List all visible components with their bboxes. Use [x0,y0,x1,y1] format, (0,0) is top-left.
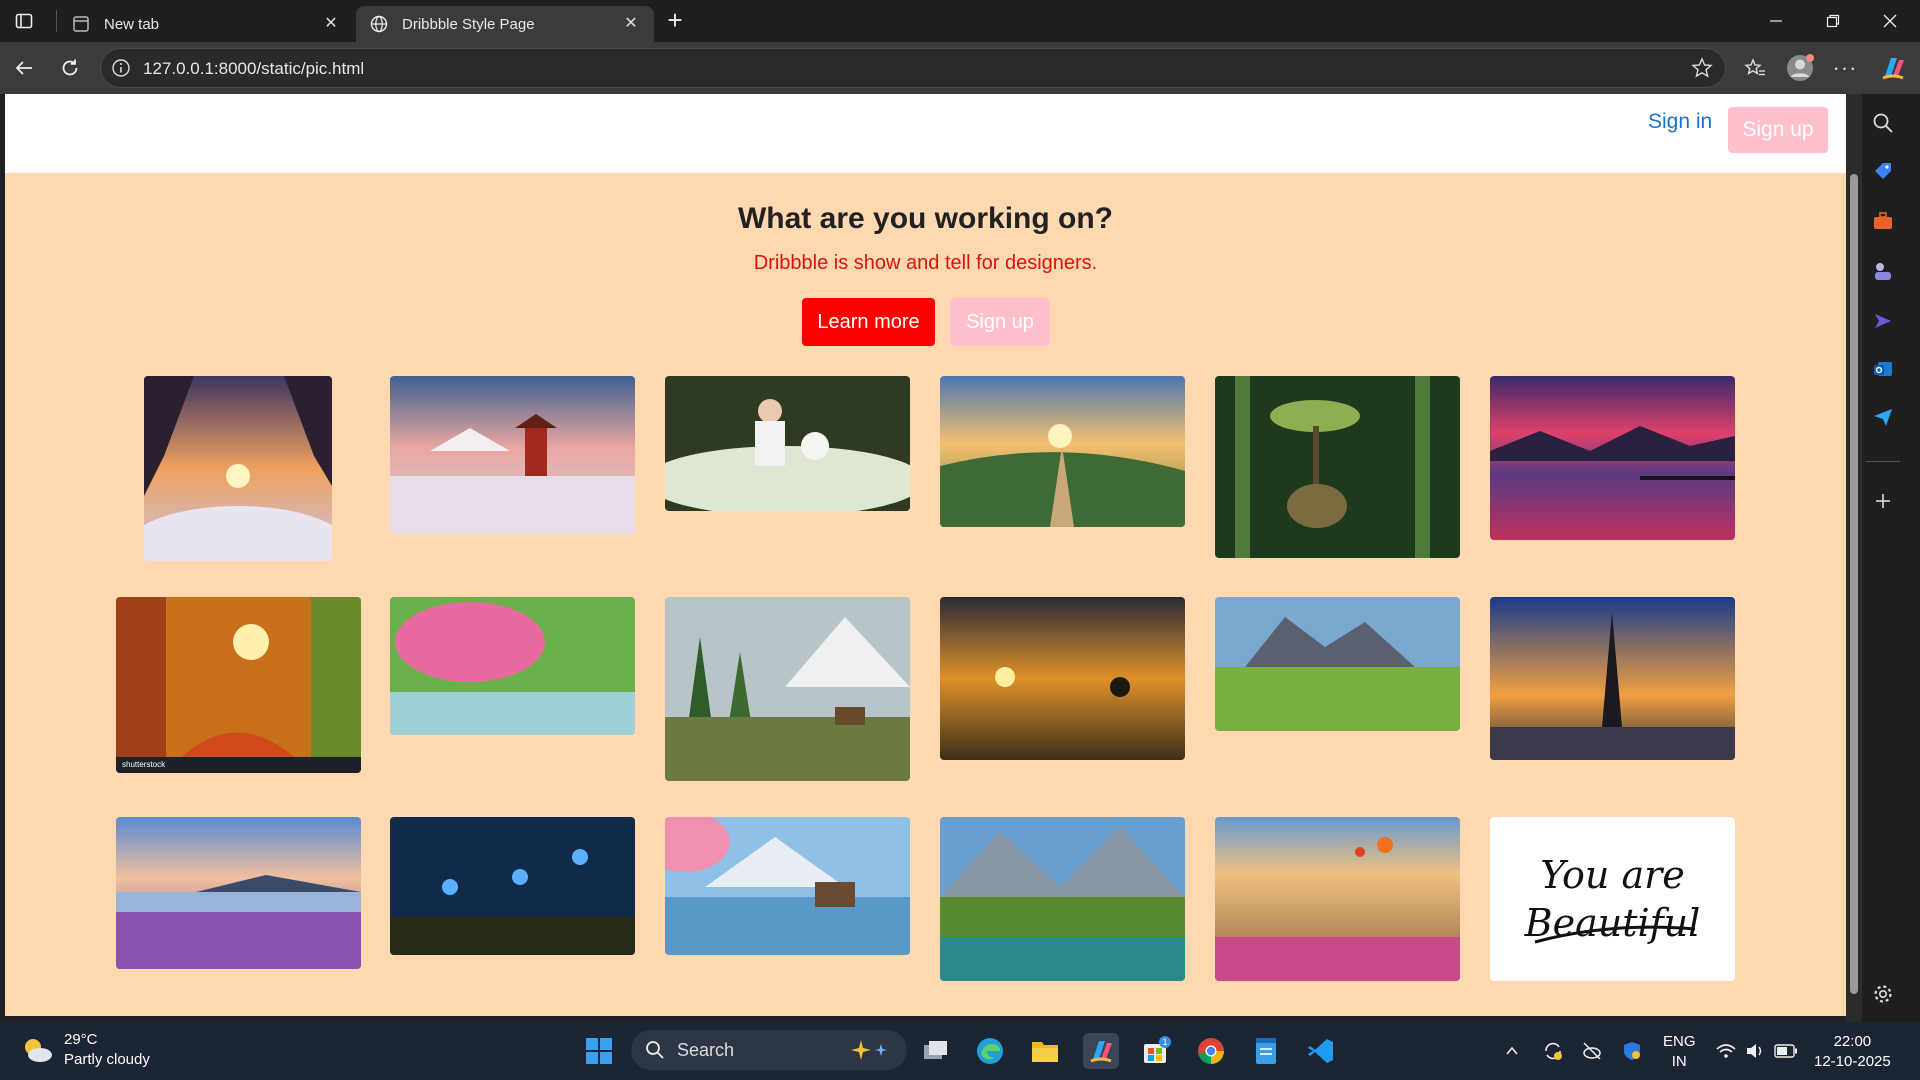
taskbar-search[interactable]: Search [631,1030,907,1070]
site-info-icon[interactable] [111,58,131,78]
photo-bonsai-water[interactable] [1215,376,1460,558]
weather-widget[interactable]: 29°C Partly cloudy [20,1030,150,1070]
microsoft-store-icon[interactable]: 1 [1138,1033,1174,1069]
shutterstock-watermark: shutterstock [122,760,166,769]
photo-cappadocia-balloons[interactable] [1215,817,1460,981]
clock-time: 22:00 [1833,1033,1872,1050]
vscode-icon[interactable] [1303,1033,1339,1069]
photo-girl-flowers[interactable] [665,376,910,511]
header-sign-up-button[interactable]: Sign up [1728,107,1828,153]
more-options-icon[interactable]: ··· [1830,53,1860,83]
back-arrow-icon[interactable] [8,52,40,84]
region-code: IN [1671,1053,1687,1070]
chevron-up-icon[interactable] [1494,1033,1530,1069]
add-icon[interactable] [1868,486,1898,516]
minimize-icon[interactable] [1758,8,1794,34]
new-tab-button[interactable]: + [662,7,688,34]
language-indicator[interactable]: ENG IN [1663,1032,1696,1072]
you-are-beautiful-card[interactable]: You are Beautiful [1490,817,1735,981]
copilot-taskbar-icon[interactable] [1083,1033,1119,1069]
weather-description: Partly cloudy [64,1051,150,1068]
tab-dribbble[interactable]: Dribbble Style Page ✕ [356,6,654,42]
hero-title: What are you working on? [737,202,1113,235]
photo-cherry-blossom-stream[interactable] [390,597,635,735]
file-explorer-icon[interactable] [1027,1033,1063,1069]
search-icon [646,1041,664,1059]
hero-subtitle: Dribbble is show and tell for designers. [753,252,1098,274]
windows-taskbar: 29°C Partly cloudy Search 1 ENG IN 22:00… [0,1022,1920,1080]
photo-dolomites-meadow[interactable] [1215,597,1460,731]
refresh-icon[interactable] [54,52,86,84]
copilot-icon[interactable] [1878,53,1908,83]
browser-toolbar: 127.0.0.1:8000/static/pic.html ··· [0,42,1920,94]
security-shield-icon[interactable] [1614,1033,1650,1069]
tab-new-tab[interactable]: New tab ✕ [58,6,354,42]
search-label: Search [677,1039,735,1060]
photo-sunset-field-tree[interactable] [940,597,1185,760]
photo-lupine-lake[interactable] [116,817,361,969]
favorite-star-icon[interactable] [1691,57,1713,79]
photo-blue-butterflies[interactable] [390,817,635,955]
photo-autumn-bridge[interactable]: shutterstock [116,597,361,773]
address-bar[interactable]: 127.0.0.1:8000/static/pic.html [100,48,1726,88]
globe-icon [370,15,388,33]
photo-alpine-lake-autumn[interactable] [940,817,1185,981]
close-window-icon[interactable] [1872,8,1908,34]
edge-browser-icon[interactable] [972,1033,1008,1069]
restore-icon[interactable] [1815,8,1851,34]
handwritten-message: You are Beautiful [1490,817,1735,981]
profile-avatar-icon[interactable] [1785,53,1815,83]
page-scrollbar-track[interactable] [1846,94,1862,1022]
sidebar-divider [1866,461,1900,462]
photo-pagoda-fuji[interactable] [390,376,635,534]
message-line-1: You are [1540,853,1685,897]
notepad-icon[interactable] [1248,1033,1284,1069]
clock[interactable]: 22:00 12-10-2025 [1814,1032,1891,1072]
underline-stroke [1534,925,1696,944]
shopping-tag-icon[interactable] [1868,156,1898,186]
language-code: ENG [1663,1033,1696,1050]
photo-winter-sunset[interactable] [144,376,332,561]
tab-separator [56,10,57,32]
chrome-icon[interactable] [1193,1033,1229,1069]
store-badge-count: 1 [1162,1037,1167,1047]
cloud-off-icon[interactable] [1574,1033,1610,1069]
clock-date: 12-10-2025 [1814,1053,1891,1070]
sync-icon[interactable] [1535,1033,1571,1069]
sparkle-icon [851,1040,887,1060]
send-icon[interactable] [1868,402,1898,432]
new-tab-favicon-icon [72,15,90,33]
photo-mountain-path[interactable] [940,376,1185,527]
sign-in-link[interactable]: Sign in [1648,110,1712,134]
url-text[interactable]: 127.0.0.1:8000/static/pic.html [143,59,364,79]
photo-lake-pier-sunset[interactable] [1490,376,1735,540]
search-icon[interactable] [1868,108,1898,138]
weather-temperature: 29°C [64,1031,98,1048]
windows-start-icon[interactable] [581,1033,617,1069]
favorites-icon[interactable] [1740,53,1770,83]
page-viewport: Sign in Sign up What are you working on?… [5,94,1846,1016]
page-scrollbar-thumb[interactable] [1850,174,1858,994]
edge-sidebar [1846,94,1920,1022]
close-tab-icon[interactable]: ✕ [622,15,640,33]
learn-more-button[interactable]: Learn more [802,298,935,346]
site-header: Sign in Sign up [5,94,1846,173]
task-view-icon[interactable] [918,1033,954,1069]
sidebar-toggle-icon[interactable] [12,9,36,33]
settings-gear-icon[interactable] [1868,979,1898,1009]
photo-eiffel-tower[interactable] [1490,597,1735,760]
tab-title: Dribbble Style Page [402,15,535,33]
games-icon[interactable] [1868,256,1898,286]
hero-sign-up-button[interactable]: Sign up [950,298,1050,346]
tab-title: New tab [104,15,160,33]
photo-mountain-forest-cabin[interactable] [665,597,910,781]
toolbox-icon[interactable] [1868,206,1898,236]
photo-cherry-lake-house[interactable] [665,817,910,955]
partly-cloudy-icon [25,1039,52,1062]
close-tab-icon[interactable]: ✕ [322,15,340,33]
outlook-icon[interactable] [1868,354,1898,384]
browser-titlebar: New tab ✕ Dribbble Style Page ✕ + [0,0,1920,42]
copilot-app-icon[interactable] [1868,306,1898,336]
battery-icon[interactable] [1768,1033,1804,1069]
